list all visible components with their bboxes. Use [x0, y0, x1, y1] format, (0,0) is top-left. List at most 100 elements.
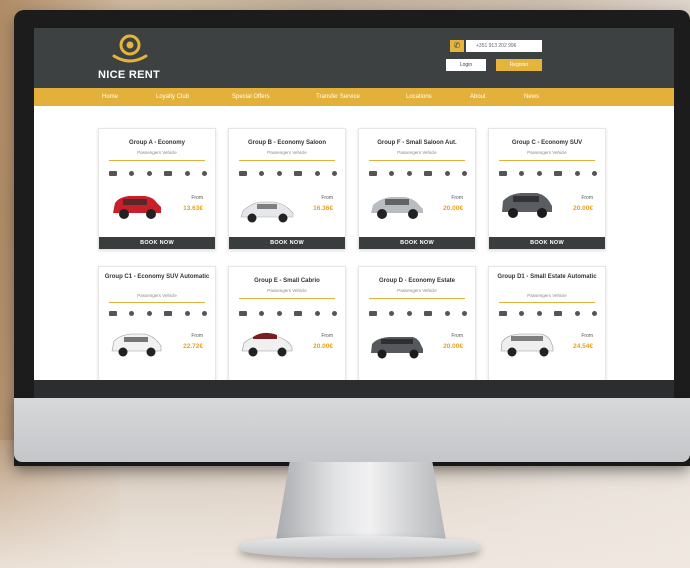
vehicle-card[interactable]: Group C - Economy SUV Passengers Vehicle…	[488, 128, 606, 250]
card-title: Group B - Economy Saloon	[247, 140, 326, 146]
person-icon	[389, 310, 395, 316]
features-row	[369, 309, 467, 317]
car-icon	[239, 310, 247, 316]
price: 20.00€	[313, 343, 333, 350]
gearbox-icon	[536, 310, 542, 316]
book-now-button[interactable]: BOOK NOW	[489, 237, 605, 249]
nav-item-locations[interactable]: Locations	[406, 88, 432, 106]
car-image	[371, 197, 423, 219]
vehicle-card[interactable]: Group B - Economy Saloon Passengers Vehi…	[228, 128, 346, 250]
vehicle-card[interactable]: Group F - Small Saloon Aut. Passengers V…	[358, 128, 476, 250]
car-image	[500, 333, 554, 357]
car-image	[240, 201, 294, 223]
features-row	[369, 169, 467, 177]
website-screen: NICE RENT ✆ +351 913 202 996 Login Regis…	[34, 28, 674, 398]
book-now-button[interactable]: BOOK NOW	[359, 237, 475, 249]
features-row	[109, 309, 207, 317]
gearbox-icon	[406, 310, 412, 316]
divider	[369, 298, 465, 299]
fuel-icon	[444, 170, 450, 176]
fuel-icon	[574, 170, 580, 176]
phone-number: +351 913 202 996	[466, 40, 542, 52]
car-icon	[109, 310, 117, 316]
phone-icon: ✆	[450, 40, 464, 52]
gearbox-icon	[276, 310, 282, 316]
fuel-icon	[184, 310, 190, 316]
gearbox-icon	[146, 170, 152, 176]
vehicle-card[interactable]: Group D1 - Small Estate Automatic Passen…	[488, 266, 606, 384]
gearbox-icon	[536, 170, 542, 176]
door-icon	[554, 170, 563, 176]
features-row	[239, 309, 337, 317]
price: 20.00€	[573, 205, 593, 212]
features-row	[499, 169, 597, 177]
ac-icon	[591, 170, 597, 176]
car-icon	[239, 170, 247, 176]
person-icon	[519, 310, 525, 316]
ac-icon	[461, 310, 467, 316]
car-icon	[369, 170, 377, 176]
features-row	[109, 169, 207, 177]
nav-item-special-offers[interactable]: Special Offers	[232, 88, 270, 106]
card-title: Group C1 - Economy SUV Automatic	[104, 274, 210, 280]
from-label: From	[451, 333, 463, 339]
divider	[239, 298, 335, 299]
person-icon	[129, 310, 135, 316]
door-icon	[164, 310, 173, 316]
from-label: From	[321, 333, 333, 339]
person-icon	[259, 170, 265, 176]
car-icon	[499, 170, 507, 176]
book-now-button[interactable]: BOOK NOW	[229, 237, 345, 249]
nav-item-home[interactable]: Home	[102, 88, 118, 106]
divider	[109, 302, 205, 303]
divider	[369, 160, 465, 161]
car-image	[371, 337, 423, 359]
card-title: Group A - Economy	[129, 140, 185, 146]
price: 13.63€	[183, 205, 203, 212]
book-now-button[interactable]: BOOK NOW	[99, 237, 215, 249]
person-icon	[389, 170, 395, 176]
gearbox-icon	[146, 310, 152, 316]
login-button[interactable]: Login	[446, 59, 486, 71]
monitor-chin	[14, 398, 690, 462]
site-header: NICE RENT ✆ +351 913 202 996 Login Regis…	[34, 28, 674, 88]
card-title: Group C - Economy SUV	[511, 140, 583, 146]
card-subtitle: Passengers Vehicle	[527, 293, 567, 298]
nav-item-news[interactable]: News	[524, 88, 539, 106]
door-icon	[424, 170, 433, 176]
gearbox-icon	[276, 170, 282, 176]
vehicle-card[interactable]: Group A - Economy Passengers Vehicle Fro…	[98, 128, 216, 250]
person-icon	[519, 170, 525, 176]
card-title: Group D - Economy Estate	[378, 278, 455, 284]
from-label: From	[191, 333, 203, 339]
divider	[499, 160, 595, 161]
price: 20.00€	[443, 205, 463, 212]
nav-item-about[interactable]: About	[470, 88, 486, 106]
features-row	[499, 309, 597, 317]
price: 22.72€	[183, 343, 203, 350]
nav-item-transfer-service[interactable]: Transfer Service	[316, 88, 360, 106]
car-icon	[499, 310, 507, 316]
card-subtitle: Passengers Vehicle	[267, 150, 307, 155]
from-label: From	[451, 195, 463, 201]
car-image	[113, 196, 161, 219]
vehicle-card[interactable]: Group D - Economy Estate Passengers Vehi…	[358, 266, 476, 384]
vehicle-card[interactable]: Group C1 - Economy SUV Automatic Passeng…	[98, 266, 216, 384]
from-label: From	[321, 195, 333, 201]
person-icon	[259, 310, 265, 316]
nav-item-loyalty-club[interactable]: Loyalty Club	[156, 88, 189, 106]
car-image	[502, 193, 552, 218]
divider	[239, 160, 335, 161]
brand-name: NICE RENT	[98, 69, 160, 81]
car-image	[111, 333, 162, 357]
door-icon	[294, 170, 303, 176]
vehicle-card[interactable]: Group E - Small Cabrio Passengers Vehicl…	[228, 266, 346, 384]
card-subtitle: Passengers Vehicle	[137, 150, 177, 155]
register-button[interactable]: Register	[496, 59, 542, 71]
fuel-icon	[444, 310, 450, 316]
door-icon	[294, 310, 303, 316]
card-subtitle: Passengers Vehicle	[397, 150, 437, 155]
car-icon	[369, 310, 377, 316]
logo-icon	[112, 34, 148, 63]
ac-icon	[201, 170, 207, 176]
